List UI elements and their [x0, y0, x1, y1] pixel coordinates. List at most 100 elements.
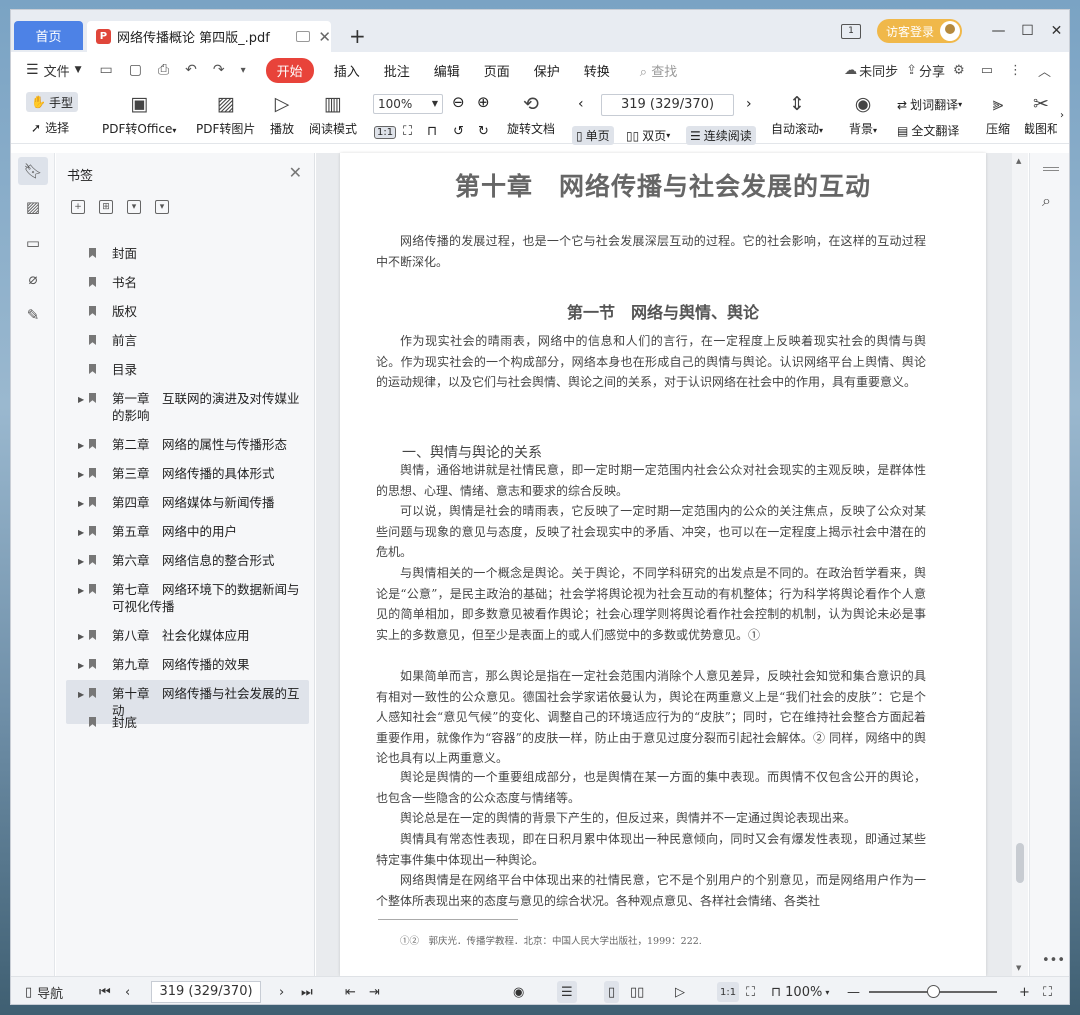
screenshot-button[interactable]: ✂ 截图和: [1025, 92, 1057, 137]
scrollbar-thumb[interactable]: [1016, 843, 1024, 883]
expand-arrow-icon[interactable]: ▶: [78, 628, 84, 645]
attachment-icon[interactable]: ⌀: [18, 265, 48, 293]
status-page-input[interactable]: 319 (329/370): [151, 981, 261, 1003]
fit-width-icon[interactable]: ⊓: [427, 124, 437, 139]
double-page-mode-icon[interactable]: ▯▯: [630, 977, 644, 1004]
tab-pin-icon[interactable]: [296, 31, 311, 42]
bookmark-item[interactable]: 书名: [66, 269, 309, 296]
next-page-icon[interactable]: ›: [279, 977, 284, 1004]
close-window-button[interactable]: ✕: [1042, 23, 1069, 39]
bookmark-item[interactable]: ▶ 第五章 网络中的用户: [66, 518, 309, 545]
bookmark-item[interactable]: ▶ 第八章 社会化媒体应用: [66, 622, 309, 649]
select-tool-button[interactable]: ➚ 选择: [31, 119, 69, 136]
expand-arrow-icon[interactable]: ▶: [78, 437, 84, 454]
status-zoom-select[interactable]: ⊓ 100% ▾: [771, 977, 829, 1004]
file-menu-button[interactable]: ☰ 文件 ▼: [26, 61, 82, 80]
zoom-slider-knob[interactable]: [927, 985, 940, 998]
expand-arrow-icon[interactable]: ▶: [78, 391, 84, 408]
bookmark-item[interactable]: 目录: [66, 356, 309, 383]
menu-convert[interactable]: 转换: [584, 61, 610, 80]
forward-icon[interactable]: ⇥: [369, 977, 380, 1004]
rotate-document-button[interactable]: ⟲ 旋转文档: [507, 92, 555, 137]
page-number-input[interactable]: 319 (329/370): [601, 94, 734, 116]
auto-scroll-button[interactable]: ⇕ 自动滚动▾: [771, 92, 823, 137]
menu-start[interactable]: 开始: [265, 57, 314, 83]
continuous-mode-icon[interactable]: ☰: [557, 981, 577, 1003]
menu-protect[interactable]: 保护: [534, 61, 560, 80]
annotation-icon[interactable]: ▭: [18, 229, 48, 257]
rotate-left-icon[interactable]: ↺: [453, 124, 464, 139]
full-translate-button[interactable]: ▤ 全文翻译: [897, 122, 959, 139]
bookmark-item[interactable]: ▶ 第六章 网络信息的整合形式: [66, 547, 309, 574]
print-icon[interactable]: ⎙: [158, 62, 169, 78]
sync-status-button[interactable]: 未同步: [859, 61, 898, 80]
play-icon[interactable]: ▷: [675, 977, 685, 1004]
new-tab-button[interactable]: +: [349, 24, 366, 48]
pdf-to-office-button[interactable]: ▣ PDF转Office▾: [102, 92, 176, 137]
search-box[interactable]: ⌕ 查找: [640, 61, 677, 80]
bookmark-item[interactable]: 封底: [66, 709, 309, 736]
document-area[interactable]: 第十章 网络传播与社会发展的互动 网络传播的发展过程，也是一个它与社会发展深层互…: [316, 153, 1028, 976]
menu-annotate[interactable]: 批注: [384, 61, 410, 80]
close-icon[interactable]: ✕: [289, 163, 302, 182]
background-button[interactable]: ◉ 背景▾: [849, 92, 877, 137]
prev-page-icon[interactable]: ‹: [578, 96, 584, 112]
play-button[interactable]: ▷ 播放: [270, 92, 294, 137]
expand-arrow-icon[interactable]: ▶: [78, 495, 84, 512]
rotate-right-icon[interactable]: ↻: [478, 124, 489, 139]
navigation-toggle[interactable]: ▯ 导航: [25, 977, 63, 1004]
bookmark-item[interactable]: 前言: [66, 327, 309, 354]
collapse-ribbon-icon[interactable]: ︿: [1038, 61, 1051, 80]
expand-arrow-icon[interactable]: ▶: [78, 657, 84, 674]
hand-tool-button[interactable]: ✋ 手型: [26, 92, 78, 112]
thumbnail-icon[interactable]: ▨: [18, 193, 48, 221]
more-vertical-icon[interactable]: ⋮: [1009, 63, 1022, 78]
zoom-in-icon[interactable]: ⊕: [477, 93, 490, 111]
add-bookmark-icon[interactable]: +: [71, 200, 85, 214]
single-page-button[interactable]: ▯ 单页: [572, 126, 614, 145]
zoom-out-icon[interactable]: ⊖: [452, 93, 465, 111]
fit-page-icon[interactable]: ⛶: [746, 977, 755, 1004]
actual-size-icon[interactable]: 1:1: [717, 982, 740, 1002]
bookmark-item[interactable]: ▶ 第四章 网络媒体与新闻传播: [66, 489, 309, 516]
ribbon-scroll-right-icon[interactable]: ›: [1060, 110, 1064, 121]
vertical-scrollbar[interactable]: ▲ ▼: [1012, 153, 1028, 976]
bookmark-item[interactable]: 版权: [66, 298, 309, 325]
zoom-in-icon[interactable]: +: [1019, 977, 1030, 1004]
scroll-down-icon[interactable]: ▼: [1016, 964, 1021, 972]
prev-page-icon[interactable]: ‹: [125, 977, 130, 1004]
signature-icon[interactable]: ✎: [18, 301, 48, 329]
word-translate-button[interactable]: ⇄ 划词翻译 ▾: [897, 96, 962, 113]
fit-page-icon[interactable]: ⛶: [403, 124, 412, 139]
bookmark-item[interactable]: ▶ 第七章 网络环境下的数据新闻与可视化传播: [66, 576, 309, 620]
scroll-up-icon[interactable]: ▲: [1016, 157, 1021, 165]
compress-button[interactable]: ⫸ 压缩: [986, 92, 1010, 137]
menu-insert[interactable]: 插入: [334, 61, 360, 80]
bookmark-item[interactable]: 封面: [66, 240, 309, 267]
open-folder-icon[interactable]: ▭: [100, 62, 113, 78]
double-page-button[interactable]: ▯▯ 双页 ▾: [626, 127, 670, 144]
save-icon[interactable]: ▢: [129, 62, 142, 78]
comment-icon[interactable]: ▭: [981, 63, 993, 78]
guest-login-button[interactable]: 访客登录: [876, 19, 962, 43]
tab-home[interactable]: 首页: [14, 21, 83, 50]
single-page-mode-icon[interactable]: ▯: [604, 981, 620, 1003]
expand-arrow-icon[interactable]: ▶: [78, 686, 84, 703]
expand-arrow-icon[interactable]: ▶: [78, 553, 84, 570]
bookmark-list-icon[interactable]: ▾: [155, 200, 169, 214]
expand-arrow-icon[interactable]: ▶: [78, 466, 84, 483]
read-mode-button[interactable]: ▥ 阅读模式: [309, 92, 357, 137]
panel-handle-icon[interactable]: [1043, 167, 1059, 171]
last-page-icon[interactable]: ⏭: [301, 977, 313, 1004]
menu-edit[interactable]: 编辑: [434, 61, 460, 80]
tab-close-icon[interactable]: ✕: [318, 28, 331, 46]
menu-page[interactable]: 页面: [484, 61, 510, 80]
more-dropdown-icon[interactable]: ▾: [241, 65, 246, 76]
expand-arrow-icon[interactable]: ▶: [78, 582, 84, 599]
back-icon[interactable]: ⇤: [345, 977, 356, 1004]
bookmark-panel-icon[interactable]: 🔖︎: [18, 157, 48, 185]
bookmark-icon[interactable]: ▾: [127, 200, 141, 214]
settings-gear-icon[interactable]: ⚙: [953, 63, 965, 78]
bookmark-item[interactable]: ▶ 第一章 互联网的演进及对传媒业的影响: [66, 385, 309, 429]
page-indicator-icon[interactable]: 1: [840, 23, 861, 39]
